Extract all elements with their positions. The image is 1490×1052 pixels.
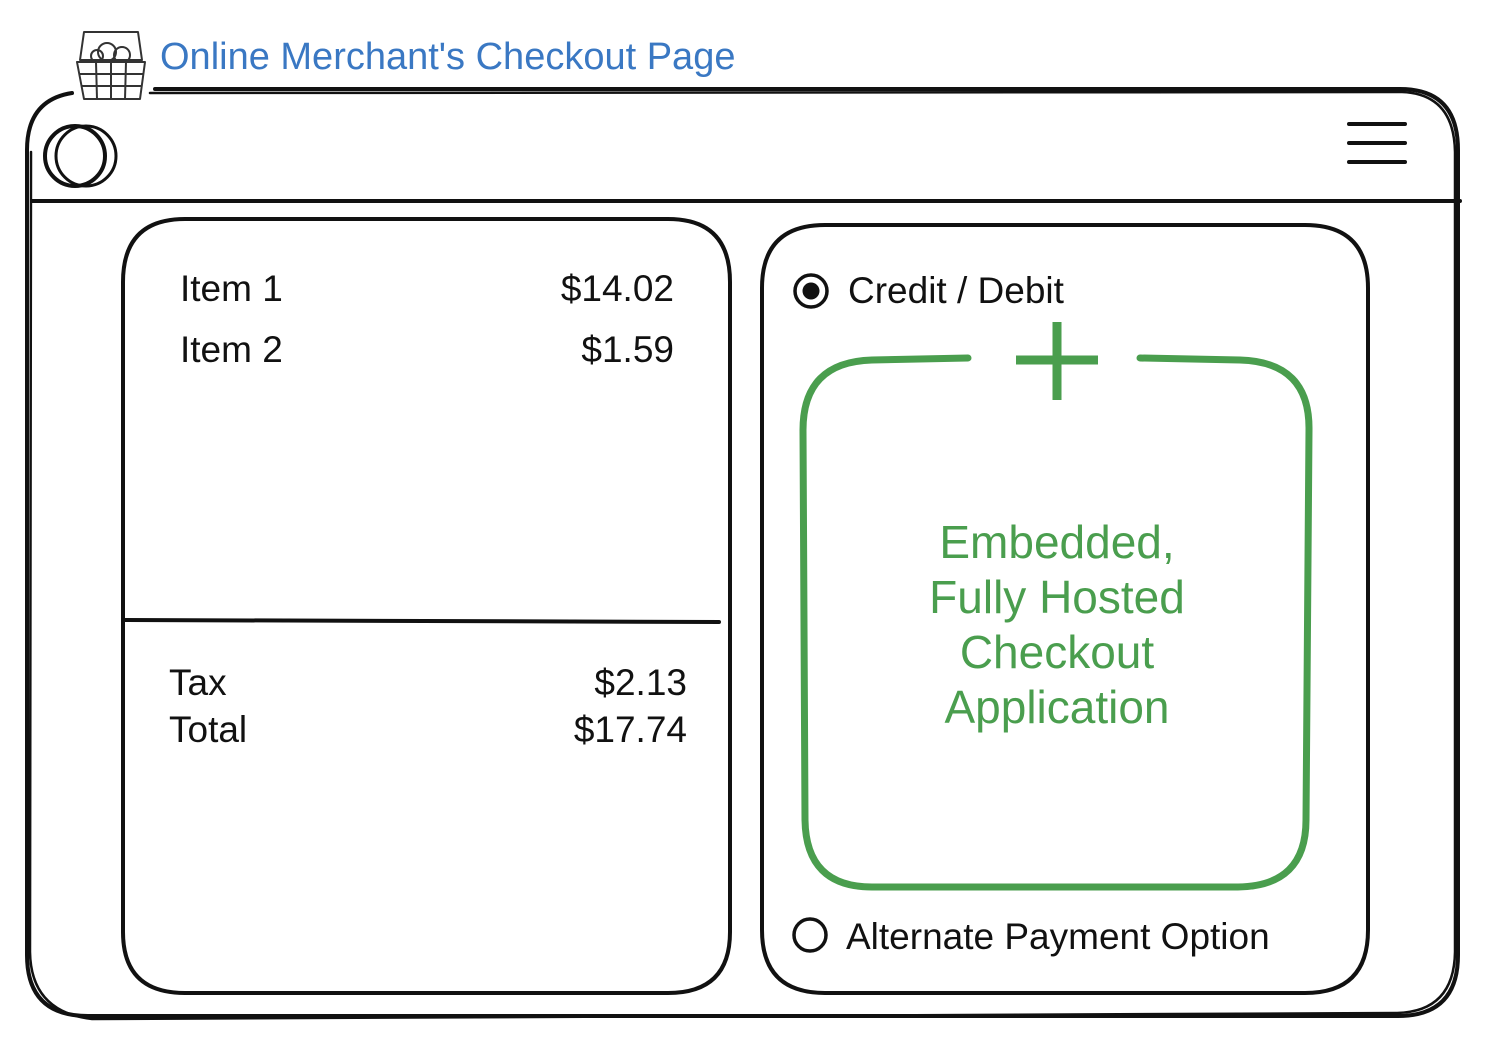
embedded-text-line-2: Fully Hosted	[929, 571, 1185, 623]
tax-label: Tax	[169, 662, 227, 703]
item-2-label: Item 2	[180, 329, 283, 370]
alternate-payment-label[interactable]: Alternate Payment Option	[846, 918, 1270, 955]
embedded-text-line-4: Application	[944, 681, 1170, 733]
embedded-text-line-1: Embedded,	[939, 516, 1175, 568]
tax-amount: $2.13	[594, 662, 687, 703]
total-amount: $17.74	[573, 709, 687, 750]
item-1-price: $14.02	[560, 268, 674, 309]
radio-credit-debit-dot	[802, 282, 820, 300]
hamburger-menu-icon[interactable]	[1347, 122, 1407, 164]
credit-debit-label[interactable]: Credit / Debit	[848, 272, 1064, 309]
circle-logo-icon[interactable]	[43, 124, 118, 188]
embedded-checkout-app-text: Embedded, Fully Hosted Checkout Applicat…	[810, 515, 1304, 735]
page-title: Online Merchant's Checkout Page	[160, 36, 736, 78]
order-summary-divider	[122, 618, 721, 624]
plus-icon[interactable]	[1016, 322, 1098, 400]
total-label: Total	[169, 709, 248, 750]
shopping-basket-icon	[76, 31, 146, 100]
item-1-label: Item 1	[180, 268, 283, 309]
radio-alternate-payment[interactable]	[792, 917, 828, 953]
item-2-price: $1.59	[581, 329, 674, 370]
embedded-text-line-3: Checkout	[959, 626, 1155, 678]
